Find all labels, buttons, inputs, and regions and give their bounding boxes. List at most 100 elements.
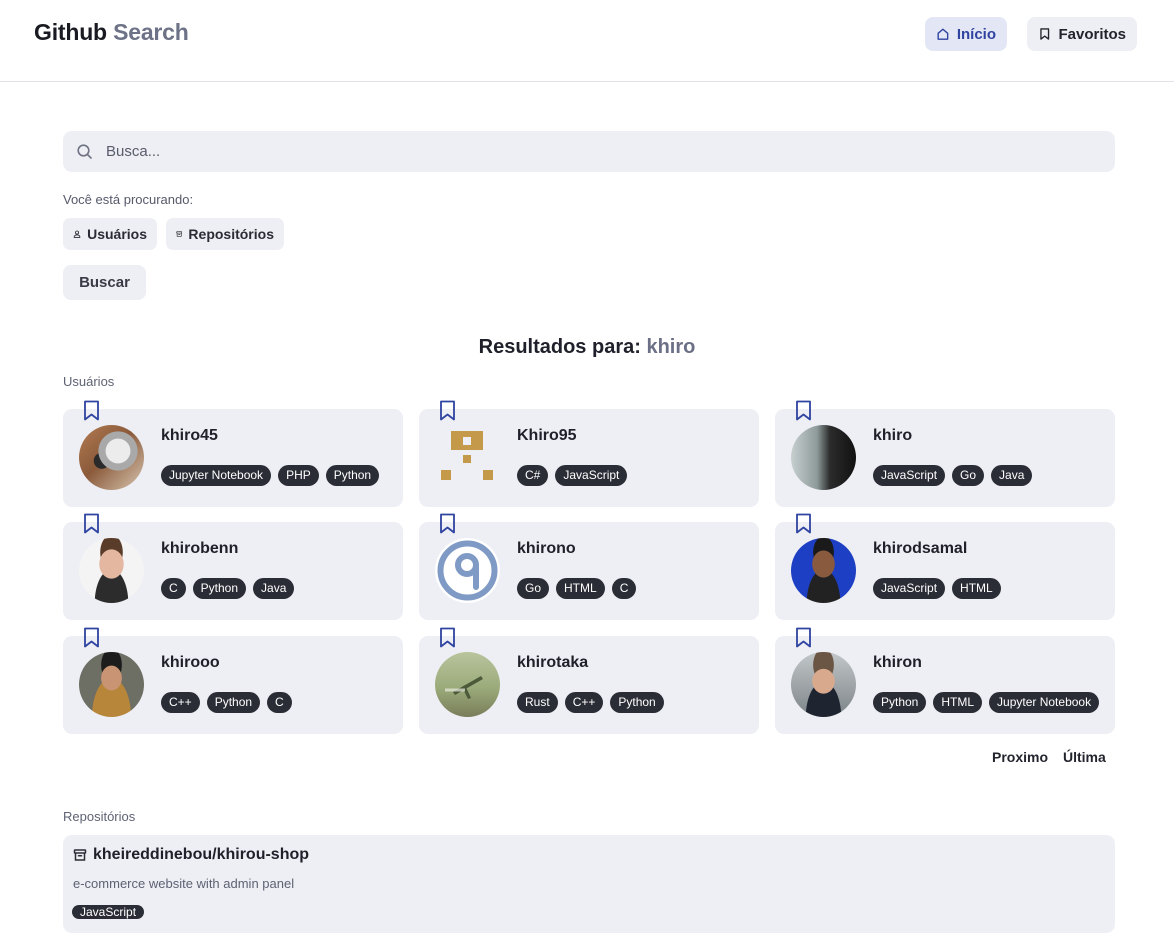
user-name: Khiro95 <box>517 427 577 444</box>
language-tag: JavaScript <box>555 465 628 486</box>
user-name: khirotaka <box>517 654 589 671</box>
results-heading: Resultados para: khiro <box>0 336 1174 359</box>
language-tag: C <box>161 578 186 599</box>
repo-name: kheireddinebou/khirou-shop <box>93 846 310 863</box>
language-tag: PHP <box>278 465 319 486</box>
user-name: khiro <box>873 427 913 444</box>
language-tag: Python <box>192 578 247 599</box>
search-icon <box>77 144 92 159</box>
nav-favorites-label: Favoritos <box>1058 25 1126 43</box>
avatar <box>435 425 500 490</box>
filter-users-button[interactable]: Usuários <box>63 218 157 250</box>
user-name: khirodsamal <box>873 540 968 557</box>
language-tag: Java <box>253 578 295 599</box>
language-tag: Python <box>873 692 927 713</box>
user-card[interactable]: khiro JavaScript Go Java <box>775 400 1115 507</box>
avatar <box>791 538 856 603</box>
user-card[interactable]: khirono Go HTML C <box>419 513 759 620</box>
pagination-last[interactable]: Última <box>1063 749 1106 765</box>
avatar <box>79 425 144 490</box>
user-card[interactable]: Khiro95 C# JavaScript <box>419 400 759 507</box>
user-card[interactable]: khiron Python HTML Jupyter Notebook <box>775 627 1115 734</box>
results-prefix: Resultados para: <box>478 336 641 358</box>
user-name: khirobenn <box>161 540 239 557</box>
language-tag: Python <box>325 465 380 486</box>
search-submit-button[interactable]: Buscar <box>63 265 146 300</box>
avatar <box>435 652 500 717</box>
language-tag: JavaScript <box>72 905 145 919</box>
language-tag: Rust <box>517 692 558 713</box>
user-name: khiro45 <box>161 427 218 444</box>
user-name: khirono <box>517 540 576 557</box>
user-icon <box>73 230 81 238</box>
repo-card[interactable]: kheireddinebou/khirou-shop e-commerce we… <box>63 835 1115 933</box>
filter-repos-button[interactable]: Repositórios <box>166 218 284 250</box>
bookmark-icon[interactable] <box>83 400 100 421</box>
nav-home-label: Início <box>956 25 996 43</box>
filter-users-label: Usuários <box>87 226 147 242</box>
tag-list: C# JavaScript <box>517 465 628 486</box>
pagination-next[interactable]: Proximo <box>992 749 1048 765</box>
results-query: khiro <box>646 336 696 358</box>
language-tag: Jupyter Notebook <box>989 692 1100 713</box>
search-input[interactable] <box>106 143 1086 160</box>
language-tag: JavaScript <box>873 578 946 599</box>
language-tag: JavaScript <box>873 465 946 486</box>
avatar <box>791 652 856 717</box>
tag-list: Rust C++ Python <box>517 692 664 713</box>
bookmark-icon[interactable] <box>795 513 812 534</box>
user-name: khirooo <box>161 654 220 671</box>
nav-home-button[interactable]: Início <box>925 17 1007 51</box>
repos-section-label: Repositórios <box>63 809 136 824</box>
user-card[interactable]: khirobenn C Python Java <box>63 513 403 620</box>
airplane-image <box>445 676 483 699</box>
bookmark-icon[interactable] <box>439 513 456 534</box>
bookmark-icon[interactable] <box>83 513 100 534</box>
filter-prompt: Você está procurando: <box>63 192 194 207</box>
tag-list: C Python Java <box>161 578 295 599</box>
tag-list: Jupyter Notebook PHP Python <box>161 465 380 486</box>
user-card[interactable]: khirooo C++ Python C <box>63 627 403 734</box>
language-tag: HTML <box>933 692 983 713</box>
language-tag: HTML <box>952 578 1001 599</box>
tag-list: JavaScript HTML <box>873 578 1001 599</box>
language-tag: C# <box>517 465 549 486</box>
home-icon <box>937 28 949 40</box>
language-tag: Go <box>952 465 985 486</box>
tag-list: Go HTML C <box>517 578 637 599</box>
language-tag: HTML <box>556 578 605 599</box>
avatar <box>791 425 856 490</box>
bookmark-icon[interactable] <box>439 627 456 648</box>
language-tag: Jupyter Notebook <box>161 465 272 486</box>
user-card[interactable]: khirodsamal JavaScript HTML <box>775 513 1115 620</box>
users-section-label: Usuários <box>63 374 115 389</box>
logo-image <box>437 540 498 601</box>
language-tag: Python <box>610 692 664 713</box>
logo-primary: Github <box>34 19 107 45</box>
user-name: khiron <box>873 654 922 671</box>
app-logo[interactable]: Github Search <box>34 19 189 46</box>
language-tag: Java <box>991 465 1033 486</box>
avatar <box>435 538 500 603</box>
language-tag: C++ <box>564 692 604 713</box>
language-tag: C <box>611 578 637 599</box>
nav-favorites-button[interactable]: Favoritos <box>1027 17 1137 51</box>
bookmark-icon[interactable] <box>83 627 100 648</box>
bookmark-icon[interactable] <box>795 627 812 648</box>
tag-list: C++ Python C <box>161 692 292 713</box>
archive-icon <box>176 231 183 237</box>
filter-repos-label: Repositórios <box>188 226 274 242</box>
user-card[interactable]: khirotaka Rust C++ Python <box>419 627 759 734</box>
tag-list: JavaScript <box>72 902 145 923</box>
top-header: Github Search Início Favoritos <box>0 0 1174 82</box>
language-tag: Go <box>517 578 550 599</box>
repo-title: kheireddinebou/khirou-shop <box>73 846 309 864</box>
language-tag: Python <box>206 692 261 713</box>
search-bar <box>63 131 1115 172</box>
logo-secondary: Search <box>113 19 189 45</box>
bookmark-icon[interactable] <box>795 400 812 421</box>
avatar <box>79 538 144 603</box>
bookmark-icon[interactable] <box>439 400 456 421</box>
user-card[interactable]: khiro45 Jupyter Notebook PHP Python <box>63 400 403 507</box>
repo-description: e-commerce website with admin panel <box>73 876 295 891</box>
